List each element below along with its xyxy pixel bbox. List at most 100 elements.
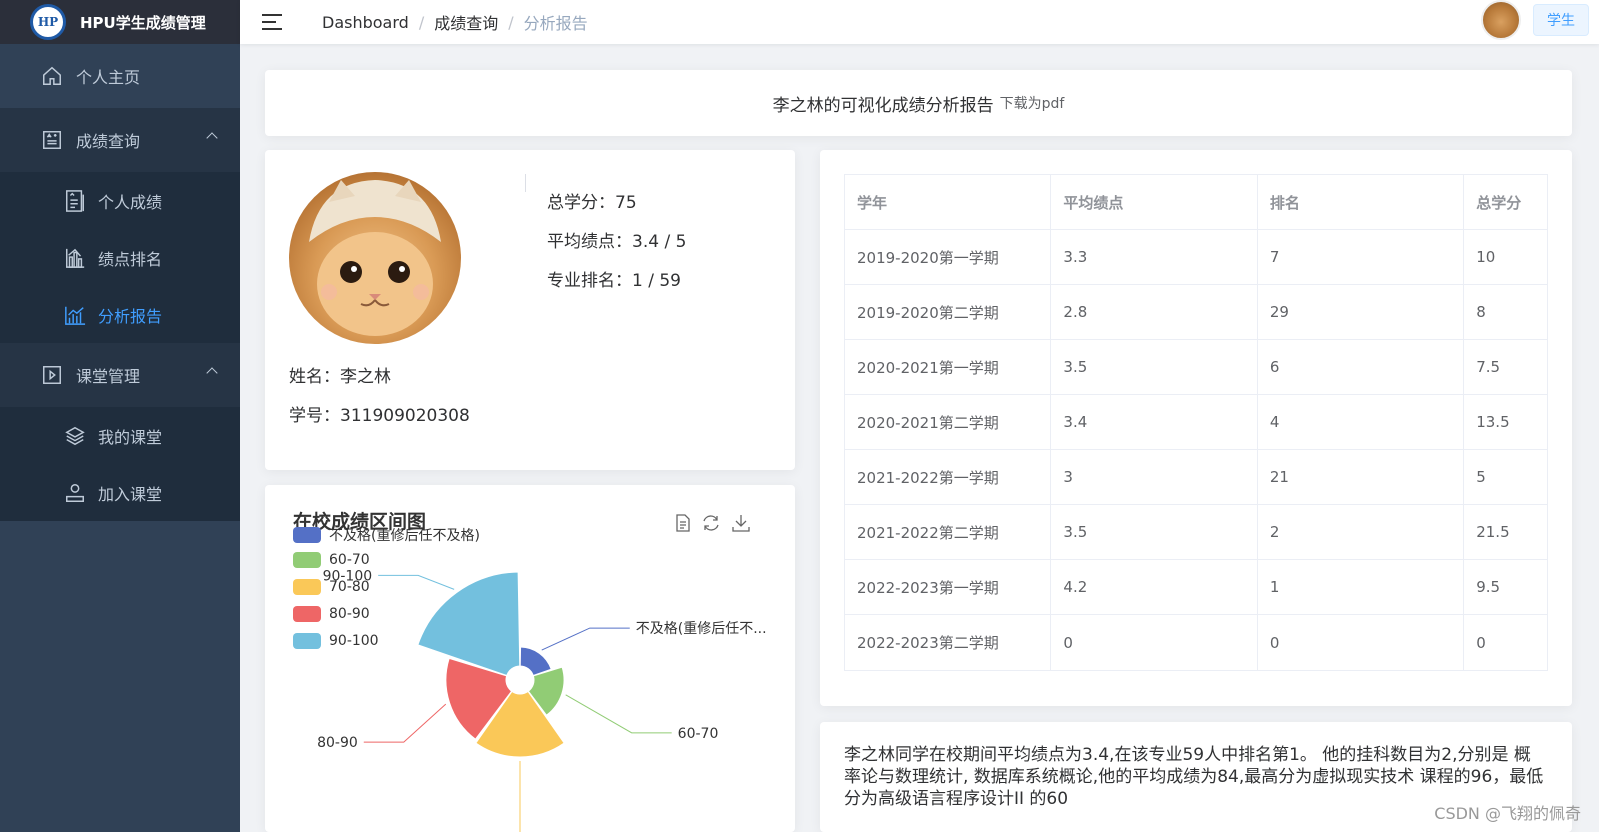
student-id: 学号：311909020308	[289, 406, 470, 426]
table-cell: 2019-2020第一学期	[845, 230, 1052, 284]
report-title-card: 李之林的可视化成绩分析报告 下载为pdf	[265, 70, 1572, 136]
sidebar-item-home[interactable]: 个人主页	[0, 44, 240, 108]
table-row[interactable]: 2021-2022第一学期 3 21 5	[845, 450, 1547, 505]
breadcrumb: Dashboard / 成绩查询 / 分析报告	[322, 10, 588, 34]
rose-slice[interactable]	[519, 646, 552, 676]
sidebar-item-gpa-rank[interactable]: 绩点排名	[0, 229, 240, 286]
table-cell: 2021-2022第二学期	[845, 505, 1052, 559]
menu-toggle-icon[interactable]	[262, 14, 282, 30]
chevron-up-icon	[206, 367, 218, 379]
table-header-row: 学年 平均绩点 排名 总学分	[845, 175, 1547, 230]
table-cell: 2020-2021第一学期	[845, 340, 1052, 394]
user-icon	[64, 481, 86, 505]
sidebar-item-personal-grades[interactable]: 个人成绩	[0, 172, 240, 229]
sidebar-item-label: 个人主页	[76, 68, 141, 87]
sidebar: HP HPU学生成绩管理 个人主页 成绩查询 个人成绩 绩点排名 分析报告 课堂…	[0, 0, 240, 832]
play-square-icon	[40, 363, 64, 387]
semester-table-card: 学年 平均绩点 排名 总学分 2019-2020第一学期 3.3 7 10 2019-2…	[820, 150, 1572, 827]
table-cell: 3.5	[1051, 340, 1258, 394]
table-cell: 4.2	[1051, 560, 1258, 614]
average-gpa: 平均绩点：3.4 / 5	[547, 232, 687, 252]
sidebar-item-grade-query[interactable]: 成绩查询	[0, 108, 240, 172]
table-cell: 21	[1258, 450, 1465, 504]
submenu-grade-query: 个人成绩 绩点排名 分析报告	[0, 172, 240, 343]
sidebar-item-label: 分析报告	[98, 306, 163, 326]
table-row[interactable]: 2022-2023第二学期 0 0 0	[845, 615, 1547, 670]
sidebar-item-label: 加入课堂	[98, 484, 163, 504]
table-cell: 2022-2023第一学期	[845, 560, 1052, 614]
label-line	[541, 627, 630, 651]
sidebar-item-class-management[interactable]: 课堂管理	[0, 343, 240, 407]
header-cell-year[interactable]: 学年	[845, 175, 1052, 229]
sidebar-item-label: 课堂管理	[76, 367, 141, 386]
table-row[interactable]: 2020-2021第二学期 3.4 4 13.5	[845, 395, 1547, 450]
home-icon	[40, 64, 64, 88]
role-tag[interactable]: 学生	[1533, 4, 1589, 36]
table-cell: 0	[1476, 633, 1486, 652]
table-row[interactable]: 2022-2023第一学期 4.2 1 9.5	[845, 560, 1547, 615]
sidebar-item-label: 绩点排名	[98, 249, 163, 269]
sidebar-item-label: 成绩查询	[76, 132, 141, 151]
top-navbar: Dashboard / 成绩查询 / 分析报告 学生	[240, 0, 1599, 44]
table-cell: 0	[1051, 615, 1258, 670]
sidebar-item-label: 个人成绩	[98, 192, 163, 212]
major-rank: 专业排名：1 / 59	[547, 271, 681, 291]
document-grade-icon	[40, 128, 64, 152]
sidebar-item-join-class[interactable]: 加入课堂	[0, 464, 240, 521]
user-avatar[interactable]	[1481, 0, 1521, 40]
download-pdf-link[interactable]: 下载为pdf	[1000, 93, 1065, 113]
table-cell: 2019-2020第二学期	[845, 285, 1052, 339]
app-logo-bar[interactable]: HP HPU学生成绩管理	[0, 0, 240, 44]
table-cell: 3.4	[1051, 395, 1258, 449]
header-cell-credits[interactable]: 总学分	[1464, 175, 1547, 229]
label-line	[519, 760, 521, 832]
chevron-up-icon	[206, 132, 218, 144]
total-credits: 总学分：75	[547, 193, 637, 213]
table-row[interactable]: 2020-2021第一学期 3.5 6 7.5	[845, 340, 1547, 395]
rose-slice[interactable]	[417, 571, 521, 676]
score-range-chart-card: 在校成绩区间图 不及格(重修后任不及格) 60-70 70-80 80-90 90-10…	[265, 485, 795, 832]
sidebar-item-label: 我的课堂	[98, 427, 163, 447]
sidebar-item-analysis-report[interactable]: 分析报告	[0, 286, 240, 343]
table-cell: 7.5	[1476, 358, 1501, 376]
breadcrumb-current: 分析报告	[523, 14, 588, 33]
profile-card: 总学分：75 平均绩点：3.4 / 5 专业排名：1 / 59 姓名：李之林 学…	[265, 150, 795, 470]
label-line	[565, 694, 672, 734]
table-cell: 21.5	[1476, 523, 1510, 541]
breadcrumb-dashboard[interactable]: Dashboard	[322, 13, 409, 32]
table-cell: 2020-2021第二学期	[845, 395, 1052, 449]
table-row[interactable]: 2019-2020第一学期 3.3 7 10	[845, 230, 1547, 285]
header-cell-gpa[interactable]: 平均绩点	[1051, 175, 1258, 229]
label-line	[378, 574, 455, 590]
layers-icon	[64, 424, 86, 448]
label-line	[363, 703, 447, 743]
sidebar-item-my-class[interactable]: 我的课堂	[0, 407, 240, 464]
table-cell: 13.5	[1476, 413, 1510, 431]
table-row[interactable]: 2021-2022第二学期 3.5 2 21.5	[845, 505, 1547, 560]
table-cell: 2	[1258, 505, 1465, 559]
header-cell-rank[interactable]: 排名	[1258, 175, 1465, 229]
semester-table: 学年 平均绩点 排名 总学分 2019-2020第一学期 3.3 7 10 2019-2…	[844, 174, 1548, 671]
table-cell: 7	[1258, 230, 1465, 284]
slice-label: 60-70	[678, 726, 719, 742]
report-icon	[64, 189, 86, 213]
table-row[interactable]: 2019-2020第二学期 2.8 29 8	[845, 285, 1547, 340]
breadcrumb-separator: /	[508, 12, 514, 32]
slice-label: 90-100	[323, 568, 373, 584]
submenu-class-management: 我的课堂 加入课堂	[0, 407, 240, 521]
watermark: CSDN @飞翔的佩奇	[1434, 804, 1581, 823]
table-cell: 5	[1476, 468, 1486, 486]
breadcrumb-grade-query[interactable]: 成绩查询	[434, 10, 498, 34]
slice-label: 80-90	[317, 735, 358, 751]
rose-pie-chart: 不及格(重修后任不...60-7070-8080-9090-100	[317, 568, 767, 832]
table-cell: 6	[1258, 340, 1465, 394]
table-cell: 2022-2023第二学期	[845, 615, 1052, 670]
app-title: HPU学生成绩管理	[80, 13, 206, 32]
line-chart-icon	[64, 303, 86, 327]
table-cell: 3.3	[1051, 230, 1258, 284]
table-cell: 4	[1258, 395, 1465, 449]
breadcrumb-separator: /	[418, 12, 425, 32]
divider	[525, 174, 526, 192]
student-avatar	[289, 172, 461, 344]
table-cell: 9.5	[1476, 578, 1501, 596]
